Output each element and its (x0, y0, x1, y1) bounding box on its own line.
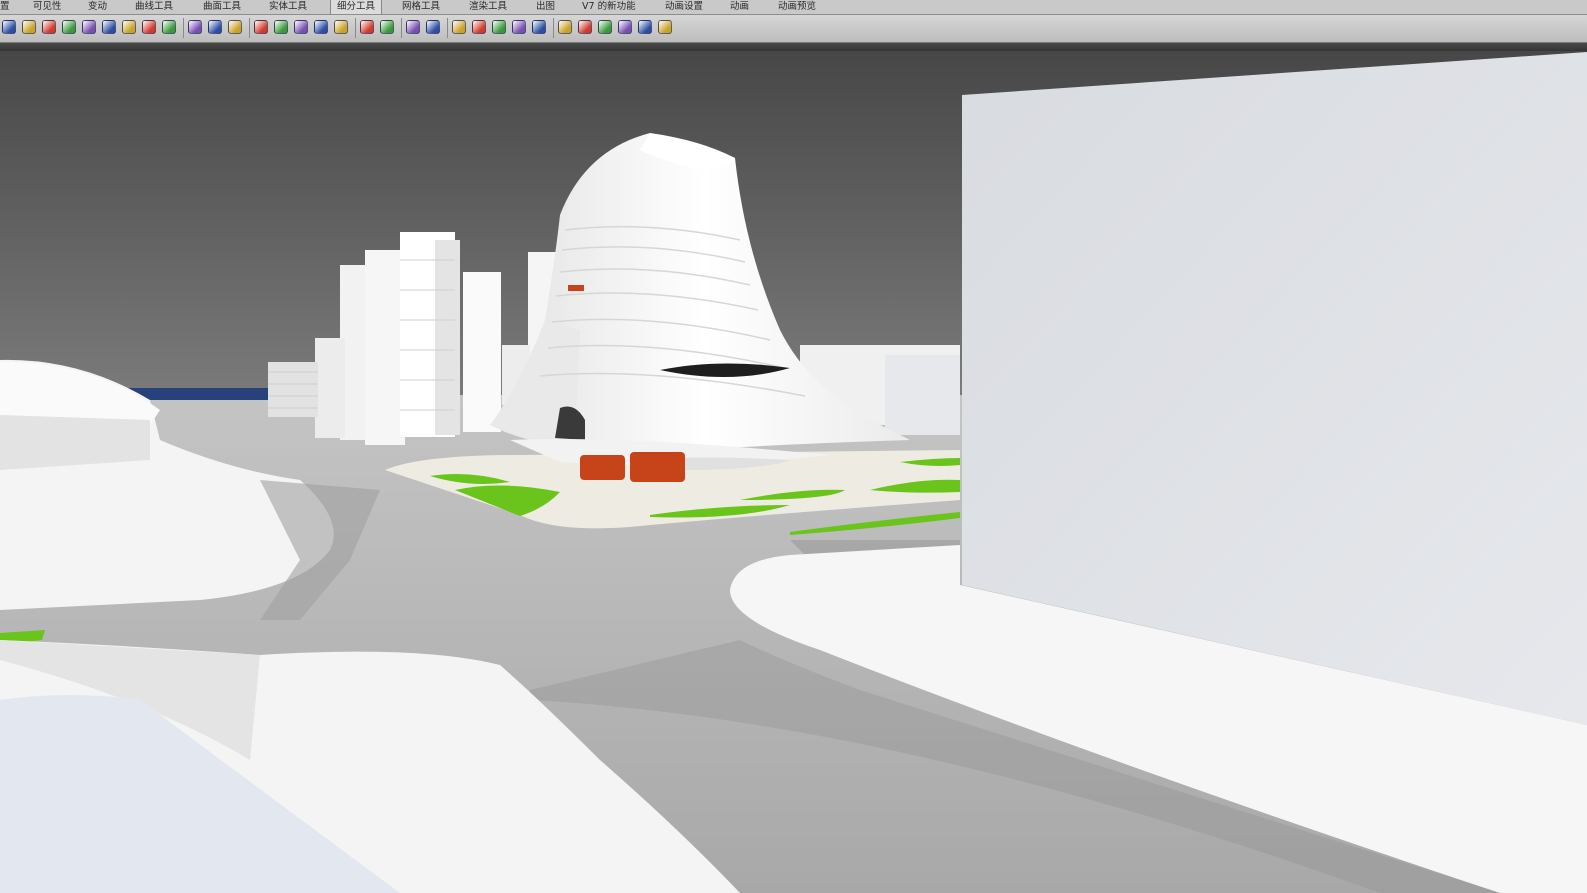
subd-toolbar (0, 15, 1587, 43)
subd-link-icon[interactable] (102, 20, 116, 34)
subd-blob-icon[interactable] (294, 20, 308, 34)
camera-icon[interactable] (658, 20, 672, 34)
ribbon-tab-5[interactable]: 实体工具 (269, 0, 307, 14)
ribbon-tab-7[interactable]: 网格工具 (402, 0, 440, 14)
subd-cylinder-icon[interactable] (188, 20, 202, 34)
pencil-icon[interactable] (472, 20, 486, 34)
ribbon-tab-8[interactable]: 渲染工具 (469, 0, 507, 14)
ribbon-tab-1[interactable]: 可见性 (33, 0, 62, 14)
ribbon-tab-bar: 置 可见性 变动 曲线工具 曲面工具 实体工具 细分工具 网格工具 渲染工具 出图 V7 的新功能 动… (0, 0, 1587, 15)
subd-sphere-icon[interactable] (142, 20, 156, 34)
subd-stack-icon[interactable] (314, 20, 328, 34)
ribbon-tab-2[interactable]: 变动 (88, 0, 107, 14)
ribbon-tab-11[interactable]: 动画设置 (665, 0, 703, 14)
ribbon-tab-12[interactable]: 动画 (730, 0, 749, 14)
subd-panel-icon[interactable] (122, 20, 136, 34)
subd-chain-icon[interactable] (62, 20, 76, 34)
light-blue-icon[interactable] (598, 20, 612, 34)
subd-wedge-icon[interactable] (274, 20, 288, 34)
subd-crease-icon[interactable] (254, 20, 268, 34)
list-icon[interactable] (380, 20, 394, 34)
subd-cube-icon[interactable] (42, 20, 56, 34)
toolbar-separator (447, 18, 448, 38)
ribbon-tab-6[interactable]: 细分工具 (330, 0, 383, 14)
subd-bowl-icon[interactable] (334, 20, 348, 34)
toolbar-separator (401, 18, 402, 38)
subd-box-icon[interactable] (22, 20, 36, 34)
toolbar-shadow-strip (0, 43, 1587, 51)
toolbar-separator (183, 18, 184, 38)
toolbar-separator (553, 18, 554, 38)
ribbon-tab-0[interactable]: 置 (0, 0, 10, 14)
mesh-grid-icon[interactable] (360, 20, 374, 34)
toolbar-separator (355, 18, 356, 38)
ribbon-tab-9[interactable]: 出图 (536, 0, 555, 14)
ribbon-tab-3[interactable]: 曲线工具 (135, 0, 173, 14)
sphere-outline-icon[interactable] (558, 20, 572, 34)
yellow-tool-icon[interactable] (512, 20, 526, 34)
brush-icon[interactable] (532, 20, 546, 34)
toolbar-separator (249, 18, 250, 38)
gear-icon[interactable] (426, 20, 440, 34)
subd-bridge-icon[interactable] (208, 20, 222, 34)
subd-frame-icon[interactable] (162, 20, 176, 34)
subd-grid-icon[interactable] (82, 20, 96, 34)
ribbon-tab-13[interactable]: 动画预览 (778, 0, 816, 14)
ribbon-tab-10[interactable]: V7 的新功能 (582, 0, 636, 14)
gold-cube-icon[interactable] (452, 20, 466, 34)
subd-torus-icon[interactable] (228, 20, 242, 34)
render-viewport[interactable] (0, 51, 1587, 893)
tools-icon[interactable] (406, 20, 420, 34)
gold-sphere-icon[interactable] (578, 20, 592, 34)
globe-icon[interactable] (492, 20, 506, 34)
ribbon-tab-4[interactable]: 曲面工具 (203, 0, 241, 14)
red-no-icon[interactable] (618, 20, 632, 34)
subd-curve-icon[interactable] (2, 20, 16, 34)
node-icon[interactable] (638, 20, 652, 34)
